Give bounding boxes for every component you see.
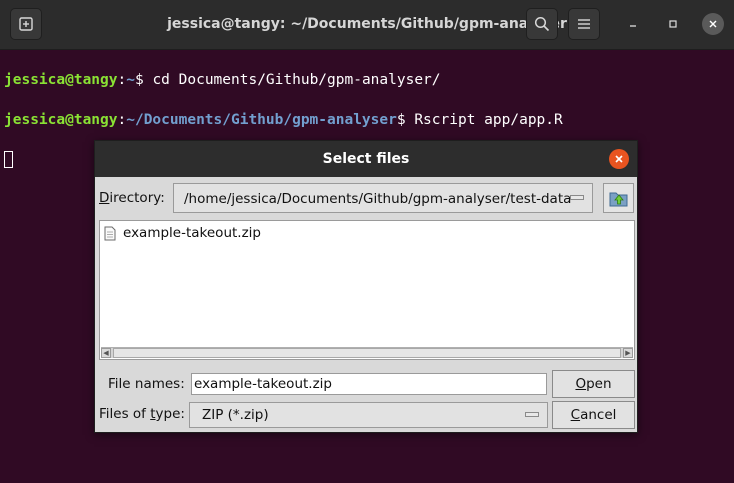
dialog-header: Select files bbox=[95, 141, 637, 177]
menu-button[interactable] bbox=[568, 8, 600, 40]
hamburger-menu-icon bbox=[578, 19, 590, 29]
prompt-separator: : bbox=[117, 112, 127, 128]
terminal-titlebar: jessica@tangy: ~/Documents/Github/gpm-an… bbox=[0, 0, 734, 50]
file-names-label: File names: bbox=[108, 376, 185, 392]
files-of-type-label: Files of type: bbox=[99, 406, 185, 422]
file-list-item[interactable]: example-takeout.zip bbox=[104, 225, 261, 241]
parent-directory-button[interactable] bbox=[603, 183, 634, 213]
close-icon bbox=[615, 155, 623, 163]
cancel-button[interactable]: Cancel bbox=[552, 401, 635, 429]
prompt-user: jessica@tangy bbox=[4, 112, 118, 128]
command-text: Rscript app/app.R bbox=[414, 112, 563, 128]
directory-dropdown[interactable]: /home/jessica/Documents/Github/gpm-analy… bbox=[173, 183, 593, 213]
command-text: cd Documents/Github/gpm-analyser/ bbox=[152, 72, 441, 88]
scroll-left-icon[interactable]: ◀ bbox=[101, 348, 111, 358]
file-names-input[interactable] bbox=[191, 373, 547, 395]
file-type-value: ZIP (*.zip) bbox=[202, 407, 269, 423]
terminal-cursor bbox=[4, 151, 13, 168]
prompt-user: jessica@tangy bbox=[4, 72, 118, 88]
prompt-path: ~ bbox=[126, 72, 135, 88]
select-files-dialog: Select files Directory: /home/jessica/Do… bbox=[94, 140, 638, 433]
file-name: example-takeout.zip bbox=[123, 225, 261, 241]
search-button[interactable] bbox=[526, 8, 558, 40]
maximize-button[interactable] bbox=[662, 13, 684, 35]
dialog-title: Select files bbox=[322, 151, 410, 167]
horizontal-scrollbar[interactable]: ◀ ▶ bbox=[101, 347, 633, 358]
minimize-button[interactable] bbox=[622, 13, 644, 35]
dropdown-arrow-icon bbox=[525, 412, 539, 417]
file-list[interactable]: example-takeout.zip ◀ ▶ bbox=[99, 220, 635, 360]
prompt-separator: : bbox=[117, 72, 127, 88]
directory-label: Directory: bbox=[99, 190, 165, 206]
open-button[interactable]: Open bbox=[552, 370, 635, 398]
minimize-icon bbox=[630, 25, 636, 27]
file-icon bbox=[104, 226, 116, 240]
terminal-line: jessica@tangy:~$ cd Documents/Github/gpm… bbox=[4, 70, 734, 90]
maximize-icon bbox=[669, 20, 677, 28]
directory-value: /home/jessica/Documents/Github/gpm-analy… bbox=[184, 191, 572, 207]
dialog-close-button[interactable] bbox=[609, 149, 629, 169]
prompt-path: ~/Documents/Github/gpm-analyser bbox=[126, 112, 397, 128]
prompt-symbol: $ bbox=[396, 112, 415, 128]
file-type-dropdown[interactable]: ZIP (*.zip) bbox=[189, 402, 548, 428]
folder-up-icon bbox=[609, 192, 627, 207]
search-icon bbox=[534, 16, 550, 32]
terminal-line: jessica@tangy:~/Documents/Github/gpm-ana… bbox=[4, 110, 734, 130]
scrollbar-thumb[interactable] bbox=[113, 348, 621, 358]
close-icon bbox=[709, 20, 717, 28]
close-window-button[interactable] bbox=[702, 13, 724, 35]
prompt-symbol: $ bbox=[134, 72, 153, 88]
scroll-right-icon[interactable]: ▶ bbox=[623, 348, 633, 358]
dropdown-arrow-icon bbox=[570, 195, 584, 200]
